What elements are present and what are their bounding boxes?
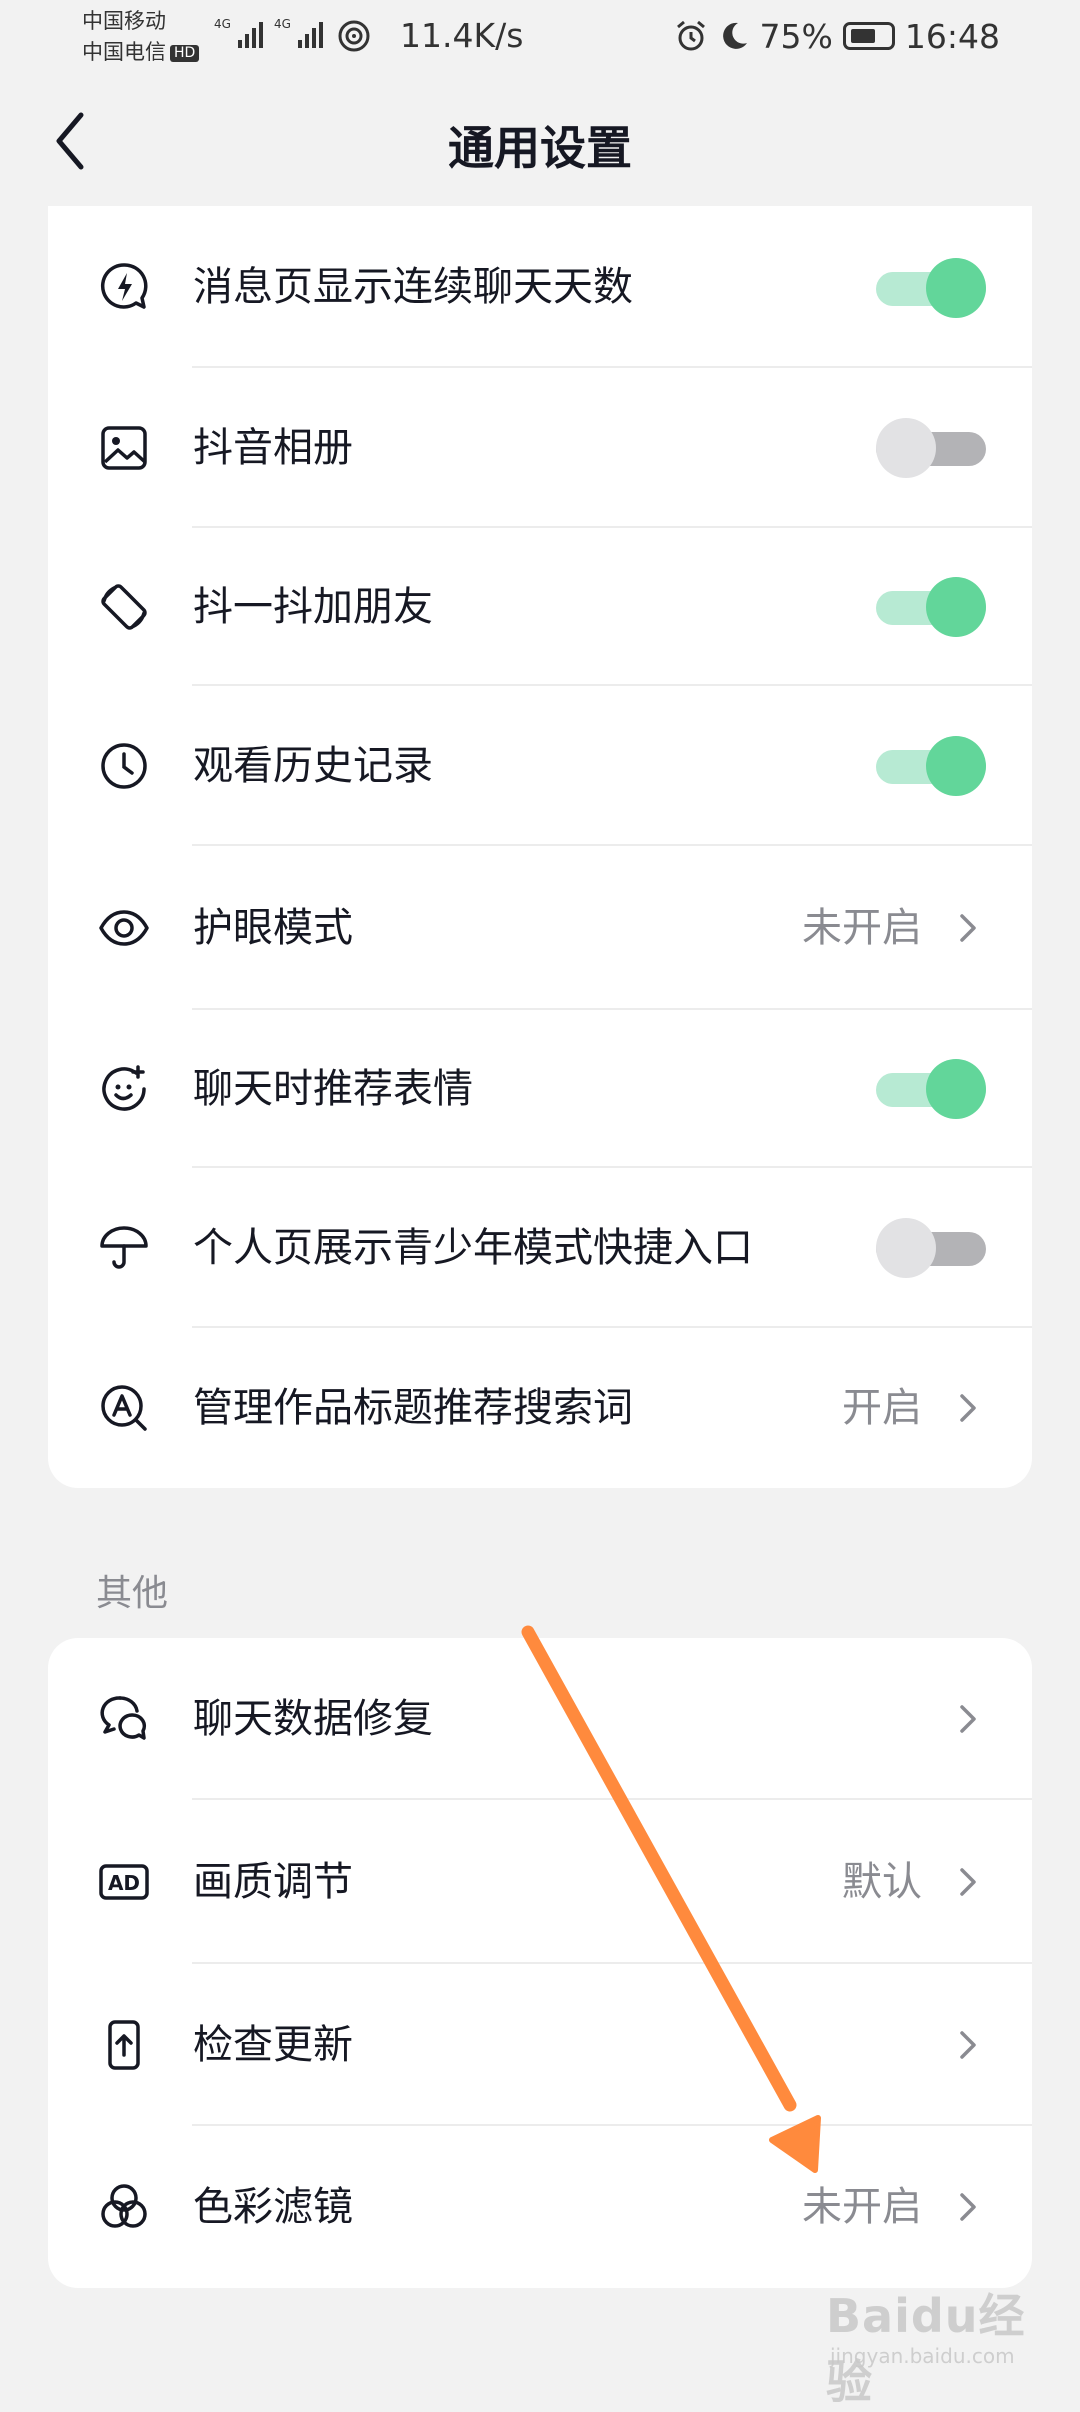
chevron-right-icon xyxy=(954,902,984,954)
settings-card-general: 消息页显示连续聊天天数 抖音相册 抖一抖加朋友 观看历史记录 护眼模式 未开启 xyxy=(48,206,1032,1488)
svg-text:AD: AD xyxy=(108,1871,140,1895)
setting-label: 色彩滤镜 xyxy=(193,2184,353,2230)
chat-repair-icon xyxy=(98,1693,150,1745)
battery-percent: 75% xyxy=(759,16,833,56)
carrier-info: 中国移动 中国电信 HD xyxy=(82,6,200,68)
toggle-switch[interactable] xyxy=(876,1216,986,1280)
setting-label: 个人页展示青少年模式快捷入口 xyxy=(193,1225,753,1271)
battery-icon xyxy=(842,22,895,50)
carrier-2: 中国电信 xyxy=(82,40,166,64)
ad-icon: AD xyxy=(98,1856,150,1908)
setting-row-teen-mode-entry[interactable]: 个人页展示青少年模式快捷入口 xyxy=(48,1168,1032,1328)
emoji-icon xyxy=(98,1063,150,1115)
setting-label: 管理作品标题推荐搜索词 xyxy=(193,1385,633,1431)
setting-row-shake-friends[interactable]: 抖一抖加朋友 xyxy=(48,528,1032,686)
setting-label: 画质调节 xyxy=(193,1859,353,1905)
header: 通用设置 xyxy=(0,76,1080,206)
setting-label: 观看历史记录 xyxy=(193,743,433,789)
setting-value: 默认 xyxy=(842,1859,922,1905)
clock-time: 16:48 xyxy=(904,16,1000,56)
clock-icon xyxy=(98,740,150,792)
signal-icon: 4G 4G xyxy=(214,17,370,52)
chevron-right-icon xyxy=(954,2019,984,2071)
setting-value: 未开启 xyxy=(802,905,922,951)
setting-label: 聊天数据修复 xyxy=(193,1696,433,1742)
toggle-switch[interactable] xyxy=(876,575,986,639)
color-filter-icon xyxy=(98,2181,150,2233)
setting-row-check-update[interactable]: 检查更新 xyxy=(48,1964,1032,2126)
setting-row-image-quality[interactable]: AD 画质调节 默认 xyxy=(48,1800,1032,1964)
section-title-other: 其他 xyxy=(96,1573,169,1614)
toggle-switch[interactable] xyxy=(876,1057,986,1121)
network-speed: 11.4K/s xyxy=(400,16,524,55)
setting-label: 消息页显示连续聊天天数 xyxy=(193,264,633,310)
setting-row-album[interactable]: 抖音相册 xyxy=(48,368,1032,528)
phone-update-icon xyxy=(98,2019,150,2071)
carrier-1: 中国移动 xyxy=(82,9,166,33)
alarm-icon xyxy=(676,20,705,51)
setting-row-chat-streak[interactable]: 消息页显示连续聊天天数 xyxy=(48,206,1032,368)
chevron-right-icon xyxy=(954,1693,984,1745)
eye-icon xyxy=(98,902,150,954)
rotate-phone-icon xyxy=(98,581,150,633)
search-a-icon xyxy=(98,1382,150,1434)
setting-row-eye-care[interactable]: 护眼模式 未开启 xyxy=(48,846,1032,1010)
image-icon xyxy=(98,422,150,474)
toggle-switch[interactable] xyxy=(876,256,986,320)
moon-icon xyxy=(722,22,747,49)
setting-label: 抖一抖加朋友 xyxy=(193,584,433,630)
setting-value: 开启 xyxy=(842,1385,922,1431)
page-title: 通用设置 xyxy=(448,121,632,175)
umbrella-icon xyxy=(98,1222,150,1274)
toggle-switch[interactable] xyxy=(876,416,986,480)
setting-label: 聊天时推荐表情 xyxy=(193,1066,473,1112)
svg-text:4G: 4G xyxy=(274,17,291,31)
baidu-watermark: Baidu经验 jingyan.baidu.com xyxy=(826,2280,1056,2409)
setting-row-chat-data-repair[interactable]: 聊天数据修复 xyxy=(48,1638,1032,1800)
status-bar: 中国移动 中国电信 HD 4G 4G 11.4K/s 75% 16:48 xyxy=(0,0,1080,76)
status-right: 75% 16:48 xyxy=(674,16,1000,56)
setting-row-color-filter[interactable]: 色彩滤镜 未开启 xyxy=(48,2126,1032,2288)
toggle-switch[interactable] xyxy=(876,734,986,798)
setting-row-title-search-words[interactable]: 管理作品标题推荐搜索词 开启 xyxy=(48,1328,1032,1488)
setting-row-emoji-suggest[interactable]: 聊天时推荐表情 xyxy=(48,1010,1032,1168)
hd-badge: HD xyxy=(170,45,200,62)
setting-label: 护眼模式 xyxy=(193,905,353,951)
settings-card-other: 聊天数据修复 AD 画质调节 默认 检查更新 色彩滤镜 未开启 xyxy=(48,1638,1032,2288)
chevron-right-icon xyxy=(954,1382,984,1434)
chevron-right-icon xyxy=(954,1856,984,1908)
bolt-bubble-icon xyxy=(98,261,150,313)
watermark-url: jingyan.baidu.com xyxy=(830,2344,1015,2368)
setting-row-watch-history[interactable]: 观看历史记录 xyxy=(48,686,1032,846)
setting-label: 抖音相册 xyxy=(193,425,353,471)
chevron-right-icon xyxy=(954,2181,984,2233)
setting-label: 检查更新 xyxy=(193,2022,353,2068)
svg-text:4G: 4G xyxy=(214,17,231,31)
setting-value: 未开启 xyxy=(802,2184,922,2230)
